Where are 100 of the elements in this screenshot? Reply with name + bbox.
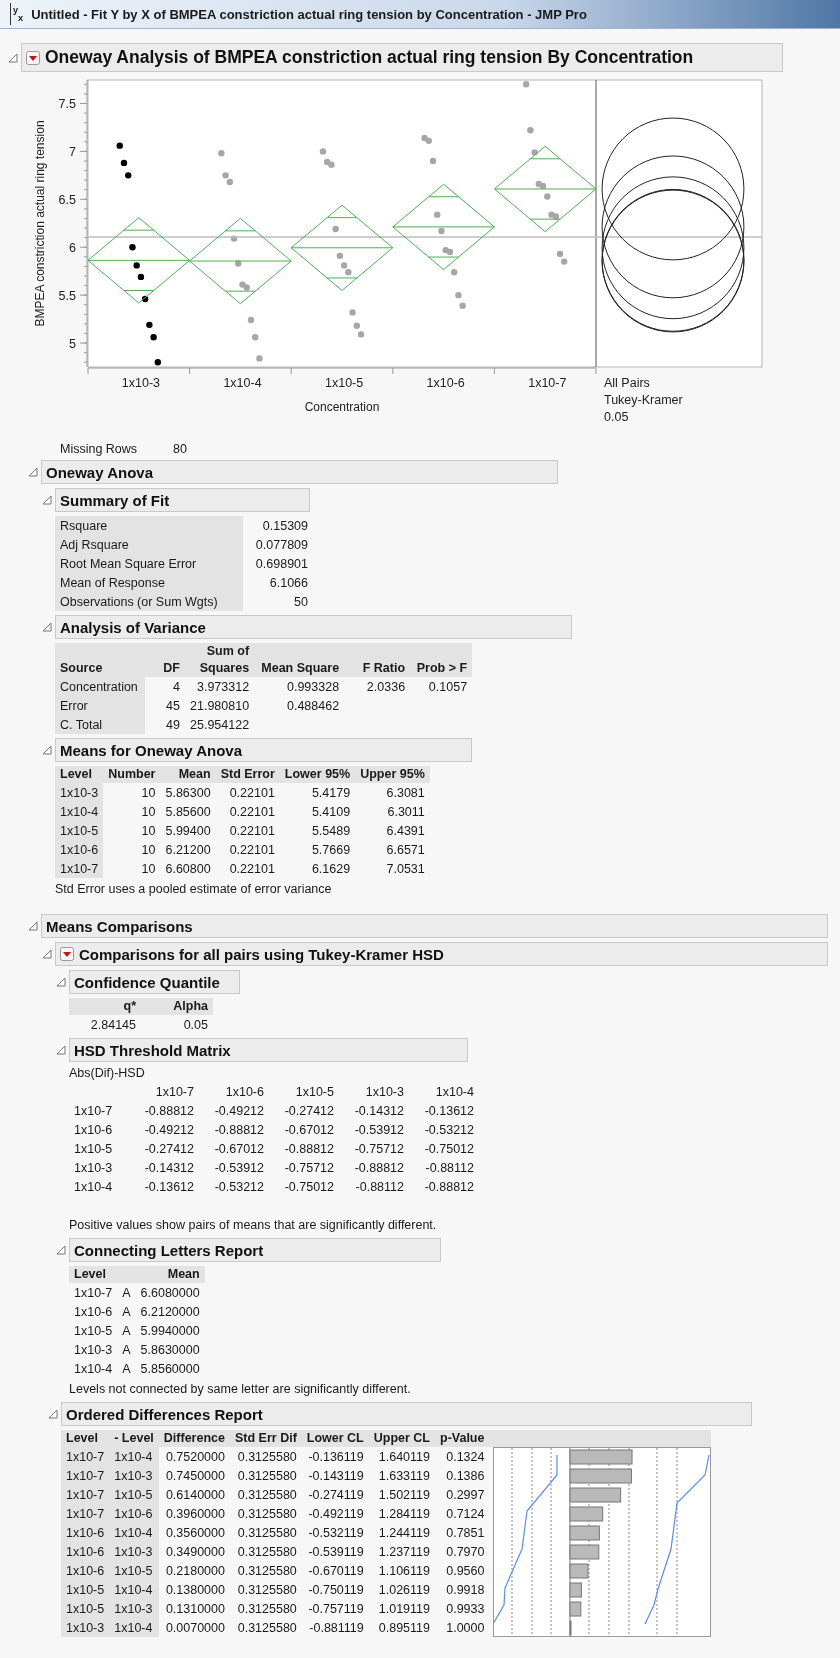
outline-header[interactable]: Means for Oneway Anova <box>55 738 472 762</box>
table-cell-text: -0.143119 <box>307 1467 365 1485</box>
axis-title: Concentration <box>304 400 380 414</box>
table-cell-text: 1.237119 <box>377 1543 431 1561</box>
table-cell: 3.973312 <box>185 677 255 696</box>
table-cell: 6.3081 <box>355 783 430 802</box>
table-cell-text: -0.88112 <box>424 1159 475 1177</box>
letter: A <box>117 1283 136 1302</box>
table-cell: 2.0336 <box>344 677 411 696</box>
row-label: 1x10-6 <box>61 1561 110 1580</box>
window-title: Untitled - Fit Y by X of BMPEA constriction actual ring tension by Concentration - JMP Pro <box>31 6 587 22</box>
disclosure-triangle-icon[interactable] <box>42 622 52 632</box>
table-cell-text: -0.75012 <box>423 1140 475 1158</box>
table-cell: 0.1324 <box>435 1447 490 1466</box>
table-cell-text: -0.67012 <box>213 1140 265 1158</box>
table-cell: 50 <box>243 592 313 611</box>
letter: A <box>121 1322 132 1340</box>
table-cell: 5.86300 <box>160 783 216 802</box>
table-cell-text: -0.27412 <box>143 1140 195 1158</box>
column-header: Lower CL <box>301 1430 369 1447</box>
table-cell: 10 <box>103 859 161 878</box>
table-cell-text: 5.99400 <box>164 822 212 840</box>
disclosure-triangle-icon[interactable] <box>8 52 18 63</box>
outline-header[interactable]: Means Comparisons <box>41 914 828 938</box>
section-title: Oneway Analysis of BMPEA constriction actual ring tension By Concentration <box>45 47 694 68</box>
disclosure-triangle-icon[interactable] <box>56 1045 66 1055</box>
table-cell-text: -0.67012 <box>283 1121 335 1139</box>
letter: A <box>121 1360 132 1378</box>
row-label: Root Mean Square Error <box>55 554 243 573</box>
letter: A <box>121 1303 132 1321</box>
tick-label: 7.5 <box>58 97 76 112</box>
table-cell: 0.698901 <box>243 554 313 573</box>
column-header: Mean <box>160 766 216 783</box>
disclosure-triangle-icon[interactable] <box>48 1409 58 1419</box>
table-cell-text: -0.53212 <box>423 1121 475 1139</box>
table-cell-text: 0.22101 <box>228 860 276 878</box>
table-cell-text: 5.85600 <box>164 803 212 821</box>
outline-header[interactable]: HSD Threshold Matrix <box>69 1038 468 1062</box>
row-label: 1x10-6 <box>73 1121 114 1139</box>
row-label: 1x10-5 <box>73 1322 114 1340</box>
table-cell: 0.3560000 <box>158 1523 230 1542</box>
disclosure-triangle-icon[interactable] <box>56 977 66 987</box>
disclosure-triangle-icon[interactable] <box>42 745 52 755</box>
table-cell-text: 1.502119 <box>377 1486 431 1504</box>
table-cell-text: -0.750119 <box>307 1581 365 1599</box>
table-cell-text: 1.244119 <box>377 1524 431 1542</box>
section-title: Ordered Differences Report <box>66 1405 263 1423</box>
table-cell-text: 6.4391 <box>385 822 426 840</box>
row-label: 1x10-4 <box>73 1178 114 1196</box>
table-cell-text: -0.881119 <box>308 1619 365 1637</box>
column-header: Mean Square <box>254 660 345 677</box>
column-header: Level <box>55 766 104 783</box>
table-cell: 0.22101 <box>215 783 280 802</box>
section-title: Comparisons for all pairs using Tukey-Kramer HSD <box>79 945 444 963</box>
row-label: 1x10-4 <box>109 1523 159 1542</box>
outline-header[interactable]: Comparisons for all pairs using Tukey-Kramer HSD <box>55 942 828 966</box>
table-cell-text: 1.0000 <box>445 1619 486 1637</box>
row-label: 1x10-4 <box>109 1580 159 1599</box>
field-label: Missing Rows <box>60 442 138 456</box>
menu-icon[interactable] <box>60 947 74 961</box>
row-label: 1x10-4 <box>109 1618 159 1637</box>
outline-header[interactable]: Summary of Fit <box>55 488 310 512</box>
row-label: 1x10-7 <box>73 1102 114 1120</box>
table-cell: -0.136119 <box>301 1447 369 1466</box>
field-value: 80 <box>173 442 187 456</box>
outline-header[interactable]: Oneway Anova <box>41 460 558 484</box>
table-cell-text: -0.757119 <box>307 1600 365 1618</box>
section-title: HSD Threshold Matrix <box>74 1041 231 1059</box>
outline-header[interactable]: Oneway Analysis of BMPEA constriction actual ring tension By Concentration <box>21 43 783 72</box>
outline-header[interactable]: Connecting Letters Report <box>69 1238 441 1262</box>
table-cell-text: -0.532119 <box>307 1524 365 1542</box>
disclosure-triangle-icon[interactable] <box>28 921 38 931</box>
outline-header[interactable]: Ordered Differences Report <box>61 1402 752 1426</box>
column-header: Source <box>55 660 145 677</box>
table-cell-text: 0.3125580 <box>236 1467 298 1485</box>
disclosure-triangle-icon[interactable] <box>42 949 52 959</box>
table-cell-text: 6.21200 <box>164 841 212 859</box>
disclosure-triangle-icon[interactable] <box>56 1245 66 1255</box>
table-cell: 0.3490000 <box>158 1542 230 1561</box>
disclosure-triangle-icon[interactable] <box>42 495 52 505</box>
column-header: - Level <box>109 1430 159 1447</box>
table-cell: 0.993328 <box>254 677 345 696</box>
table-cell-text: -0.539119 <box>307 1543 365 1561</box>
section-title: Confidence Quantile <box>74 973 220 991</box>
table-cell-text: 0.3125580 <box>236 1619 298 1637</box>
table-cell: 0.7520000 <box>158 1447 230 1466</box>
disclosure-triangle-icon[interactable] <box>28 467 38 477</box>
tick-label: 1x10-4 <box>223 376 262 390</box>
table-cell-text: 0.3125580 <box>236 1486 298 1504</box>
row-label: 1x10-3 <box>61 1618 110 1637</box>
table-cell-text: 0.22101 <box>228 822 276 840</box>
table-cell: 2.84145 <box>69 1015 141 1034</box>
row-label: 1x10-3 <box>55 783 104 802</box>
outline-header[interactable]: Analysis of Variance <box>55 615 572 639</box>
row-label: 1x10-3 <box>109 1542 159 1561</box>
table-cell-text: 0.9560 <box>445 1562 486 1580</box>
table-cell-text: -0.88812 <box>283 1140 335 1158</box>
table-cell-text: 0.488462 <box>285 697 341 715</box>
menu-icon[interactable] <box>26 50 40 65</box>
outline-header[interactable]: Confidence Quantile <box>69 970 240 994</box>
